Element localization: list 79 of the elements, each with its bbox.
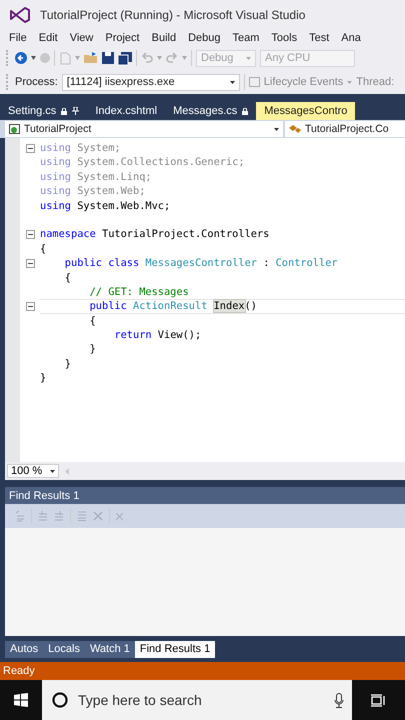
panel-tab[interactable]: Autos [5,640,44,658]
document-tab[interactable]: MessagesContro [256,102,356,120]
menu-item[interactable]: Tools [265,32,304,44]
scroll-left-icon[interactable] [65,468,69,474]
type-dropdown[interactable]: TutorialProject.Co [285,121,405,137]
code-line: using System; [40,141,122,156]
folder-icon[interactable] [84,52,98,64]
caret-icon [274,128,279,130]
task-view-icon[interactable] [371,694,386,706]
code-line: using System.Web.Mvc; [40,198,172,213]
undo-icon[interactable] [141,52,153,64]
document-tab[interactable]: Messages.cs [165,102,256,120]
panel-tab[interactable]: Locals [43,640,85,658]
menu-item[interactable]: Ana [335,32,367,44]
save-all-icon[interactable] [118,52,132,64]
collapse-icon[interactable] [26,258,34,268]
thread-label: Thread: [356,76,394,88]
caret-icon[interactable] [31,56,36,60]
code-line: using System.Collections.Generic; [40,155,246,170]
project-dropdown[interactable]: TutorialProject [5,121,283,137]
save-icon[interactable] [102,52,114,64]
collapse-icon[interactable] [26,302,34,311]
window-title: TutorialProject (Running) - Microsoft Visual Studio [40,8,306,22]
caret-icon [230,80,235,84]
code-line: } [40,371,48,386]
menu-item[interactable]: Build [146,32,182,44]
menu-item[interactable]: Test [303,32,336,44]
caret-icon [246,56,251,60]
search-box[interactable]: Type here to search [42,680,352,720]
search-field[interactable]: Type here to search [76,691,326,709]
new-item-icon[interactable] [59,52,71,64]
status-text: Ready [3,665,35,677]
code-line: } [64,356,72,372]
code-line: return View(); [113,328,202,342]
code-line: namespace TutorialProject.Controllers [40,227,270,242]
code-line: { [64,270,72,285]
menu-item[interactable]: View [64,32,100,44]
code-line: public class MessagesController : Controller [64,256,339,271]
visual-studio-logo-icon [10,7,30,23]
microphone-icon[interactable] [334,692,344,708]
go-to-location-icon[interactable] [15,510,25,522]
project-icon [9,124,20,134]
clear-list-icon[interactable] [77,511,87,521]
menu-item[interactable]: File [3,32,33,44]
code-line: using System.Web; [40,184,146,199]
menu-item[interactable]: Debug [182,32,226,44]
stop-search-icon[interactable] [116,512,123,520]
back-icon[interactable] [15,52,27,64]
collapse-icon[interactable] [26,230,34,240]
document-tab[interactable]: Setting.cs [0,102,88,120]
code-line: // GET: Messages [88,284,190,300]
class-icon [289,124,301,134]
panel-title: Find Results 1 [9,490,80,502]
code-line: public ActionResult Index() [40,299,405,314]
next-location-icon[interactable] [54,511,64,521]
panel-tab[interactable]: Find Results 1 [134,640,216,658]
forward-icon[interactable] [40,53,50,63]
menu-item[interactable]: Project [99,32,146,44]
search-circle-icon [52,692,68,708]
delete-icon[interactable] [93,511,103,521]
document-tab[interactable]: Index.cshtml [87,102,166,120]
zoom-dropdown[interactable]: 100 % [7,464,59,478]
panel-tab[interactable]: Watch 1 [84,640,135,658]
lifecycle-icon[interactable] [248,77,260,87]
code-line: { [40,242,48,256]
menu-item[interactable]: Edit [32,32,64,44]
process-label: Process: [15,76,58,88]
caret-icon [50,470,55,472]
type-name: TutorialProject.Co [305,123,389,135]
project-name: TutorialProject [24,123,92,135]
code-line: } [88,342,97,357]
menu-item[interactable]: Team [226,32,266,44]
code-line: using System.Linq; [40,170,153,184]
previous-location-icon[interactable] [38,511,48,521]
redo-icon[interactable] [166,52,178,64]
process-dropdown[interactable]: [11124] iisexpress.exe [62,74,240,90]
collapse-icon[interactable] [26,144,34,153]
code-line: { [88,314,97,328]
windows-logo-icon[interactable] [14,693,28,707]
